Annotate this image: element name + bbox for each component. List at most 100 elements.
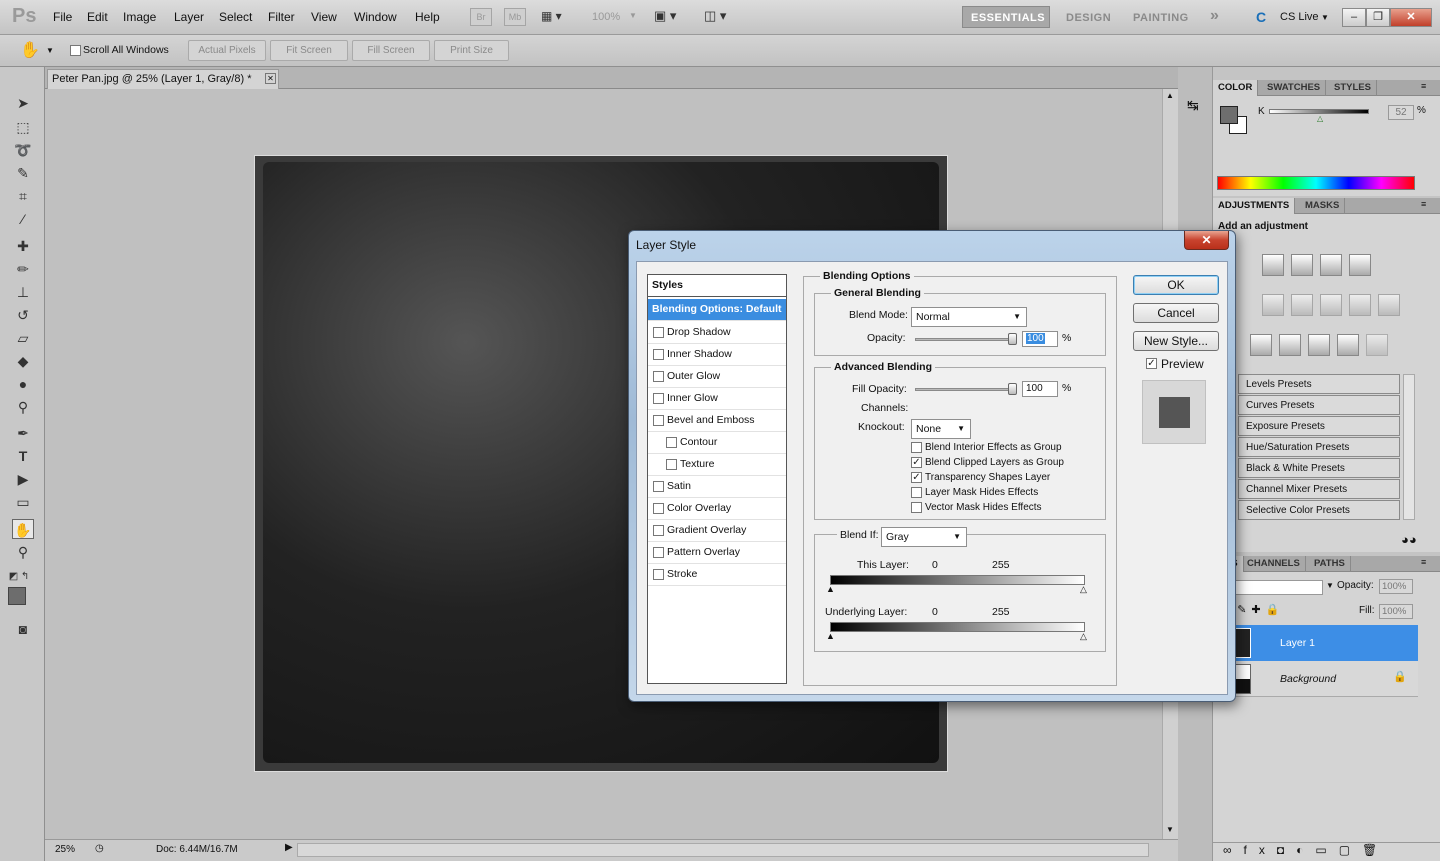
inner-glow-checkbox[interactable] bbox=[653, 393, 664, 404]
workspace-painting[interactable]: PAINTING bbox=[1133, 12, 1189, 24]
lasso-tool-icon[interactable]: ➰ bbox=[12, 140, 34, 160]
status-info-icon[interactable]: ◷ bbox=[95, 843, 104, 854]
style-gradient-overlay[interactable]: Gradient Overlay bbox=[648, 520, 786, 542]
exposure-icon[interactable] bbox=[1349, 254, 1371, 276]
menu-file[interactable]: File bbox=[53, 10, 72, 24]
adjustments-menu-icon[interactable]: ≡ bbox=[1421, 199, 1426, 209]
default-colors-icon[interactable]: ◩ ↰ bbox=[8, 567, 30, 587]
quick-selection-tool-icon[interactable]: ✎ bbox=[12, 163, 34, 183]
crop-tool-icon[interactable]: ⌗ bbox=[12, 186, 34, 206]
tab-adjustments[interactable]: ADJUSTMENTS bbox=[1213, 198, 1296, 214]
layer-row-background[interactable]: Background 🔒 bbox=[1213, 661, 1418, 697]
preset-chevron-icon[interactable]: ▼ bbox=[46, 46, 54, 55]
zoom-tool-icon[interactable]: ⚲ bbox=[12, 542, 34, 562]
underlying-white-thumb-icon[interactable]: △ bbox=[1080, 631, 1087, 642]
style-satin[interactable]: Satin bbox=[648, 476, 786, 498]
foreground-color-swatch[interactable] bbox=[8, 587, 26, 605]
style-blending-options[interactable]: Blending Options: Default bbox=[648, 299, 786, 321]
scroll-all-windows-checkbox[interactable] bbox=[70, 45, 81, 56]
color-overlay-checkbox[interactable] bbox=[653, 503, 664, 514]
brush-tool-icon[interactable]: ✏ bbox=[12, 259, 34, 279]
transparency-shapes-checkbox[interactable]: ✓ bbox=[911, 472, 922, 483]
mini-bridge-button[interactable]: Mb bbox=[504, 8, 526, 26]
dialog-close-icon[interactable]: ✕ bbox=[1184, 231, 1229, 250]
style-stroke[interactable]: Stroke bbox=[648, 564, 786, 586]
underlying-layer-gradient[interactable] bbox=[830, 622, 1085, 632]
fill-screen-button[interactable]: Fill Screen bbox=[352, 40, 430, 61]
menu-layer[interactable]: Layer bbox=[174, 10, 204, 24]
knockout-dropdown[interactable]: None ▼ bbox=[911, 419, 971, 439]
tab-styles[interactable]: STYLES bbox=[1329, 80, 1377, 96]
pen-tool-icon[interactable]: ✒ bbox=[12, 423, 34, 443]
opacity-slider[interactable] bbox=[915, 338, 1015, 341]
tab-channels[interactable]: CHANNELS bbox=[1242, 556, 1306, 572]
workspace-essentials[interactable]: ESSENTIALS bbox=[971, 12, 1045, 24]
fill-opacity-slider-thumb[interactable] bbox=[1008, 383, 1017, 395]
tab-masks[interactable]: MASKS bbox=[1300, 198, 1346, 214]
scroll-down-icon[interactable]: ▼ bbox=[1166, 825, 1174, 834]
black-white-icon[interactable] bbox=[1320, 294, 1342, 316]
menu-edit[interactable]: Edit bbox=[87, 10, 108, 24]
this-layer-gradient[interactable] bbox=[830, 575, 1085, 585]
fill-opacity-field[interactable]: 100 bbox=[1022, 381, 1058, 397]
menu-filter[interactable]: Filter bbox=[268, 10, 295, 24]
workspace-design[interactable]: DESIGN bbox=[1066, 12, 1111, 24]
arrange-documents-icon[interactable]: ▣ ▾ bbox=[654, 8, 676, 24]
style-contour[interactable]: Contour bbox=[648, 432, 786, 454]
pattern-overlay-checkbox[interactable] bbox=[653, 547, 664, 558]
color-balance-icon[interactable] bbox=[1291, 294, 1313, 316]
blur-tool-icon[interactable]: ● bbox=[12, 374, 34, 394]
brightness-contrast-icon[interactable] bbox=[1262, 254, 1284, 276]
fill-opacity-slider[interactable] bbox=[915, 388, 1015, 391]
path-selection-tool-icon[interactable]: ▶ bbox=[12, 469, 34, 489]
underlying-black-thumb-icon[interactable]: ▲ bbox=[826, 631, 835, 641]
quick-mask-icon[interactable]: ◙ bbox=[12, 619, 34, 639]
screen-mode-icon[interactable]: ◫ ▾ bbox=[704, 8, 726, 24]
hand-tool-preset-icon[interactable]: ✋ bbox=[20, 40, 40, 60]
texture-checkbox[interactable] bbox=[666, 459, 677, 470]
preview-checkbox[interactable]: ✓ bbox=[1146, 358, 1157, 369]
minimize-icon[interactable]: – bbox=[1342, 8, 1366, 27]
menu-help[interactable]: Help bbox=[415, 10, 440, 24]
style-texture[interactable]: Texture bbox=[648, 454, 786, 476]
preset-hue-saturation[interactable]: Hue/Saturation Presets bbox=[1238, 437, 1400, 457]
style-pattern-overlay[interactable]: Pattern Overlay bbox=[648, 542, 786, 564]
tab-paths[interactable]: PATHS bbox=[1309, 556, 1351, 572]
threshold-icon[interactable] bbox=[1308, 334, 1330, 356]
posterize-icon[interactable] bbox=[1279, 334, 1301, 356]
color-panel-menu-icon[interactable]: ≡ bbox=[1421, 81, 1426, 91]
satin-checkbox[interactable] bbox=[653, 481, 664, 492]
preset-exposure[interactable]: Exposure Presets bbox=[1238, 416, 1400, 436]
preset-curves[interactable]: Curves Presets bbox=[1238, 395, 1400, 415]
levels-icon[interactable] bbox=[1291, 254, 1313, 276]
new-style-button[interactable]: New Style... bbox=[1133, 331, 1219, 351]
actual-pixels-button[interactable]: Actual Pixels bbox=[188, 40, 266, 61]
this-layer-white-thumb-icon[interactable]: △ bbox=[1080, 584, 1087, 595]
background-name[interactable]: Background bbox=[1280, 673, 1336, 685]
selective-color-icon[interactable] bbox=[1366, 334, 1388, 356]
bridge-button[interactable]: Br bbox=[470, 8, 492, 26]
curves-icon[interactable] bbox=[1320, 254, 1342, 276]
stroke-checkbox[interactable] bbox=[653, 569, 664, 580]
close-window-icon[interactable]: ✕ bbox=[1390, 8, 1432, 27]
style-inner-glow[interactable]: Inner Glow bbox=[648, 388, 786, 410]
blend-mode-dropdown[interactable]: Normal ▼ bbox=[911, 307, 1027, 327]
k-slider-thumb-icon[interactable]: △ bbox=[1317, 114, 1323, 123]
eyedropper-tool-icon[interactable]: ⁄ bbox=[12, 209, 34, 229]
style-inner-shadow[interactable]: Inner Shadow bbox=[648, 344, 786, 366]
cancel-button[interactable]: Cancel bbox=[1133, 303, 1219, 323]
preset-selective-color[interactable]: Selective Color Presets bbox=[1238, 500, 1400, 520]
blend-if-dropdown[interactable]: Gray ▼ bbox=[881, 527, 967, 547]
color-spectrum-bar[interactable] bbox=[1217, 176, 1415, 190]
menu-view[interactable]: View bbox=[311, 10, 337, 24]
drop-shadow-checkbox[interactable] bbox=[653, 327, 664, 338]
gradient-overlay-checkbox[interactable] bbox=[653, 525, 664, 536]
outer-glow-checkbox[interactable] bbox=[653, 371, 664, 382]
layers-bottom-toolbar[interactable]: ∞fx◘◐▭▢🗑 bbox=[1213, 842, 1440, 861]
this-layer-black-thumb-icon[interactable]: ▲ bbox=[826, 584, 835, 594]
horizontal-scrollbar[interactable] bbox=[297, 843, 1149, 857]
zoom-level-dropdown[interactable]: 100% bbox=[592, 11, 620, 23]
scroll-up-icon[interactable]: ▲ bbox=[1166, 91, 1174, 100]
move-tool-icon[interactable]: ➤ bbox=[12, 93, 34, 113]
document-tab[interactable]: Peter Pan.jpg @ 25% (Layer 1, Gray/8) * … bbox=[47, 69, 279, 89]
